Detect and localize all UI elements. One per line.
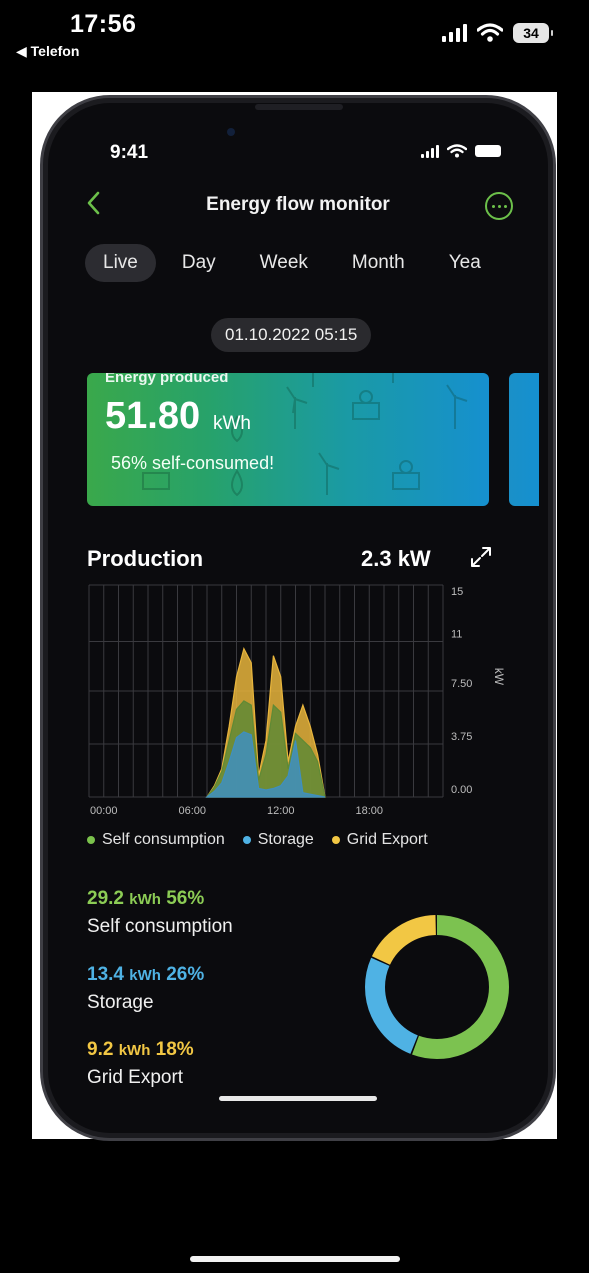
tab-live[interactable]: Live	[85, 244, 156, 282]
battery-level: 34	[523, 25, 539, 41]
tab-day[interactable]: Day	[164, 244, 234, 282]
y-tick-label: 0.00	[451, 784, 472, 796]
decorative-background-icons	[142, 373, 468, 497]
production-chart: 00:00 06:00 12:00 18:00 15 11 7.50 3.75 0.00 kW	[88, 584, 506, 817]
device-clock: 17:56	[70, 10, 137, 38]
x-tick-label: 06:00	[179, 805, 207, 817]
battery-icon: 34	[513, 23, 553, 43]
more-options-icon[interactable]	[485, 192, 513, 220]
page-title: Energy flow monitor	[206, 194, 390, 215]
production-value: 2.3 kW	[361, 546, 431, 571]
stat-percent: 18%	[155, 1039, 194, 1060]
stat-grid-export: 9.2 kWh 18% Grid Export	[87, 1039, 194, 1089]
tab-week[interactable]: Week	[242, 244, 326, 282]
energy-produced-card[interactable]: Energy produced 51.80 kWh 56% self-consu…	[87, 373, 489, 506]
energy-produced-unit: kWh	[213, 413, 251, 434]
energy-donut-chart	[365, 915, 509, 1059]
expand-icon[interactable]	[469, 545, 493, 569]
date-pill[interactable]: 01.10.2022 05:15	[211, 318, 372, 352]
y-axis-label: kW	[492, 668, 506, 686]
tab-year[interactable]: Yea	[431, 244, 499, 282]
stat-unit: kWh	[129, 891, 161, 908]
legend-label: Grid Export	[346, 831, 428, 848]
production-title: Production	[87, 546, 204, 571]
energy-produced-value: 51.80	[105, 395, 201, 437]
stat-kwh: 9.2	[87, 1039, 114, 1060]
chart-legend: Self consumption Storage Grid Export	[87, 831, 428, 849]
front-camera	[227, 128, 235, 136]
stat-label: Self consumption	[87, 916, 233, 937]
stat-storage: 13.4 kWh 26% Storage	[87, 964, 204, 1014]
stat-self-consumption: 29.2 kWh 56% Self consumption	[87, 888, 233, 938]
x-tick-label: 00:00	[90, 805, 118, 817]
wifi-icon	[477, 23, 503, 42]
home-indicator[interactable]	[219, 1096, 377, 1101]
phone-wifi-icon	[447, 144, 467, 158]
legend-self-consumption: Self consumption	[87, 831, 225, 849]
y-tick-label: 7.50	[451, 678, 472, 690]
stat-kwh: 29.2	[87, 888, 124, 909]
tab-month[interactable]: Month	[334, 244, 423, 282]
y-tick-label: 11	[451, 629, 462, 641]
next-card-peek[interactable]	[509, 373, 539, 506]
period-tabs: Live Day Week Month Yea	[85, 244, 507, 282]
y-tick-label: 15	[451, 586, 463, 598]
phone-battery-icon	[475, 145, 501, 157]
speaker	[255, 104, 343, 110]
legend-label: Self consumption	[102, 831, 225, 848]
back-to-app-link[interactable]: ◀ Telefon	[16, 43, 79, 60]
phone-clock: 9:41	[110, 142, 149, 163]
device-status-icons: 34	[442, 23, 553, 43]
y-tick-label: 3.75	[451, 731, 472, 743]
phone-signal-icon	[421, 144, 439, 158]
stat-unit: kWh	[129, 967, 161, 984]
system-home-indicator[interactable]	[190, 1256, 400, 1262]
stat-label: Grid Export	[87, 1067, 184, 1088]
phone-status-icons	[421, 144, 501, 158]
screenshot-frame: 9:41 Energy flow monitor Live Day Week M…	[32, 92, 557, 1141]
self-consumed-summary: 56% self-consumed!	[111, 453, 275, 473]
x-tick-label: 12:00	[267, 805, 295, 817]
stat-unit: kWh	[118, 1042, 151, 1059]
legend-storage: Storage	[242, 831, 314, 849]
stat-kwh: 13.4	[87, 964, 124, 985]
stat-label: Storage	[87, 992, 154, 1013]
stat-percent: 56%	[166, 888, 205, 909]
legend-grid-export: Grid Export	[331, 831, 428, 849]
card-label: Energy produced	[105, 373, 229, 386]
phone-mockup: 9:41 Energy flow monitor Live Day Week M…	[40, 95, 556, 1141]
legend-label: Storage	[257, 831, 314, 848]
x-tick-label: 18:00	[356, 805, 384, 817]
cellular-signal-icon	[442, 24, 467, 42]
stat-percent: 26%	[166, 964, 205, 985]
